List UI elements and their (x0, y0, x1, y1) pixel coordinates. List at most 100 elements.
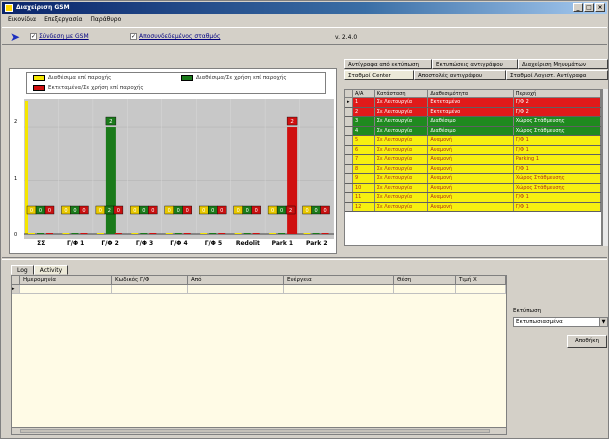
grid-cell[interactable]: Χώρος Στάθμευσης (514, 117, 601, 126)
grid-cell[interactable]: 9 (353, 174, 375, 183)
log-header-cell[interactable]: Ημερομηνία (20, 276, 112, 284)
grid-cell[interactable]: Εκτεταμένο (428, 107, 514, 116)
chart-bar[interactable] (37, 233, 44, 234)
chart-bar[interactable] (46, 233, 53, 234)
grid-cell[interactable]: Αναμονή (428, 145, 514, 154)
chart-bar[interactable] (149, 233, 157, 234)
row-selector[interactable] (345, 136, 353, 145)
log-header-cell[interactable]: Κωδικός Γ/Φ (112, 276, 188, 284)
row-selector[interactable] (345, 126, 353, 135)
grid-cell[interactable]: 5 (353, 136, 375, 145)
grid-cell[interactable]: Σε Λειτουργία (375, 202, 429, 211)
maximize-button[interactable]: □ (584, 3, 594, 12)
menu-edit[interactable]: Επεξεργασία (44, 15, 82, 25)
chart-bar[interactable] (209, 233, 217, 234)
chevron-down-icon[interactable]: ▼ (599, 318, 607, 326)
chart-bar[interactable] (80, 233, 88, 234)
grid-cell[interactable]: Αναμονή (428, 174, 514, 183)
grid-header-cell[interactable]: Διαθεσιμότητα (428, 90, 514, 97)
grid-cell[interactable]: Χώρος Στάθμευσης (514, 183, 601, 192)
grid-cell[interactable]: Σε Λειτουργία (375, 126, 429, 135)
chart-bar[interactable] (269, 233, 277, 234)
log-cell[interactable] (188, 285, 284, 293)
menu-window[interactable]: Παράθυρο (90, 15, 121, 25)
chart-bar[interactable] (200, 233, 208, 234)
tab-message-management[interactable]: Διαχείριση Μηνυμάτων (518, 59, 608, 69)
grid-cell[interactable]: Σε Λειτουργία (375, 117, 429, 126)
chart-bar[interactable] (71, 233, 79, 234)
log-header-cell[interactable]: Θέση (394, 276, 456, 284)
grid-cell[interactable]: Διαθέσιμο (428, 117, 514, 126)
grid-cell[interactable]: Αναμονή (428, 164, 514, 173)
grid-cell[interactable]: Γ/Φ 1 (514, 145, 601, 154)
chart-bar[interactable] (140, 233, 148, 234)
checkbox-box[interactable]: ✓ (130, 33, 137, 40)
tab-stations-center[interactable]: Σταθμοί Center (344, 70, 414, 80)
grid-row[interactable]: 12 Σε Λειτουργία Αναμονή Γ/Φ 1 (345, 202, 601, 212)
chart-bar[interactable] (321, 233, 329, 234)
grid-cell[interactable]: Χώρος Στάθμευσης (514, 126, 601, 135)
grid-cell[interactable]: Διαθέσιμο (428, 126, 514, 135)
grid-cell[interactable]: 10 (353, 183, 375, 192)
grid-cell[interactable]: 3 (353, 117, 375, 126)
checkbox-box[interactable]: ✓ (30, 33, 37, 40)
grid-row[interactable]: 10 Σε Λειτουργία Αναμονή Χώρος Στάθμευσης (345, 183, 601, 193)
grid-cell[interactable]: 12 (353, 202, 375, 211)
log-header-cell[interactable]: Από (188, 276, 284, 284)
grid-row[interactable]: 8 Σε Λειτουργία Αναμονή Γ/Φ 1 (345, 164, 601, 174)
row-selector[interactable] (345, 193, 353, 202)
chart-bar[interactable] (62, 233, 70, 234)
row-selector[interactable] (345, 145, 353, 154)
grid-cell[interactable]: Αναμονή (428, 202, 514, 211)
grid-cell[interactable]: Σε Λειτουργία (375, 164, 429, 173)
grid-cell[interactable]: Σε Λειτουργία (375, 145, 429, 154)
row-selector[interactable]: ▸ (345, 98, 353, 107)
grid-header-cell[interactable]: Περιοχή (514, 90, 601, 97)
row-selector[interactable] (345, 164, 353, 173)
grid-header-cell[interactable]: Κατάσταση (375, 90, 429, 97)
grid-cell[interactable]: Γ/Φ 2 (514, 98, 601, 107)
minimize-button[interactable]: _ (573, 3, 583, 12)
chart-bar[interactable] (96, 233, 104, 234)
chart-bar[interactable] (131, 233, 139, 234)
grid-row[interactable]: 6 Σε Λειτουργία Αναμονή Γ/Φ 1 (345, 145, 601, 155)
grid-row[interactable]: 11 Σε Λειτουργία Αναμονή Γ/Φ 1 (345, 193, 601, 203)
grid-cell[interactable]: Γ/Φ 1 (514, 136, 601, 145)
log-new-row[interactable]: ▸ (12, 285, 506, 294)
tab-log[interactable]: Log (11, 265, 34, 275)
grid-row[interactable]: 4 Σε Λειτουργία Διαθέσιμο Χώρος Στάθμευσης (345, 126, 601, 136)
grid-cell[interactable]: Γ/Φ 2 (514, 107, 601, 116)
chart-bar[interactable] (174, 233, 182, 234)
tab-copies-from-print[interactable]: Αντίγραφα από εκτύπωση (344, 59, 432, 69)
apply-button[interactable]: Αποθήκη (567, 335, 607, 348)
grid-row[interactable]: ▸ 1 Σε Λειτουργία Εκτεταμένο Γ/Φ 2 (345, 98, 601, 108)
chart-bar[interactable] (105, 127, 116, 234)
tab-station-accounting[interactable]: Σταθμοί Λογιστ. Αντίγραφα (506, 70, 608, 80)
grid-cell[interactable]: 2 (353, 107, 375, 116)
chart-bar[interactable] (165, 233, 173, 234)
row-selector[interactable] (345, 183, 353, 192)
disconnected-station-checkbox[interactable]: ✓ Αποσυνδεδεμένος σταθμός (130, 33, 220, 40)
log-cell[interactable] (456, 285, 506, 293)
grid-cell[interactable]: Αναμονή (428, 155, 514, 164)
tab-copy-sends[interactable]: Αποστολές αντιγράφου (414, 70, 506, 80)
row-selector[interactable] (345, 107, 353, 116)
log-header-cell[interactable]: Τιμή Χ (456, 276, 506, 284)
row-selector[interactable] (345, 155, 353, 164)
grid-cell[interactable]: 11 (353, 193, 375, 202)
grid-cell[interactable]: Σε Λειτουργία (375, 174, 429, 183)
chart-bar[interactable] (287, 127, 298, 234)
grid-header-cell[interactable]: Α/Α (353, 90, 375, 97)
filter-dropdown[interactable]: Εκτυπωσιασμένα ▼ (513, 317, 608, 327)
log-cell[interactable] (394, 285, 456, 293)
grid-cell[interactable]: Σε Λειτουργία (375, 193, 429, 202)
grid-cell[interactable]: 1 (353, 98, 375, 107)
grid-cell[interactable]: Σε Λειτουργία (375, 183, 429, 192)
chart-bar[interactable] (252, 233, 260, 234)
grid-cell[interactable]: 8 (353, 164, 375, 173)
grid-cell[interactable]: Γ/Φ 1 (514, 202, 601, 211)
grid-cell[interactable]: Σε Λειτουργία (375, 107, 429, 116)
chart-bar[interactable] (303, 233, 311, 234)
grid-cell[interactable]: Αναμονή (428, 183, 514, 192)
grid-row[interactable]: 3 Σε Λειτουργία Διαθέσιμο Χώρος Στάθμευσης (345, 117, 601, 127)
